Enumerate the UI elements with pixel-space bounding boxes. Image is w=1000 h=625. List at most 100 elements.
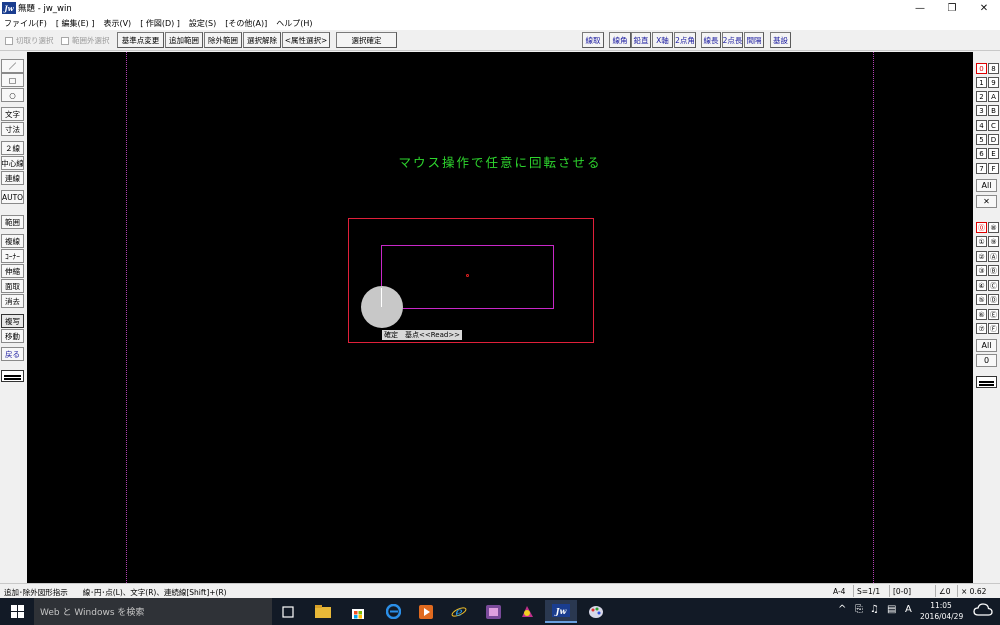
hanigai-checkbox[interactable]: 範囲外選択 [61, 35, 110, 46]
text-tool-button[interactable]: 文字 [1, 107, 24, 121]
paint-tool-app[interactable] [511, 600, 543, 623]
taskbar-clock[interactable]: 11:05 2016/04/29 [920, 600, 963, 622]
corner-button[interactable]: ｺｰﾅｰ [1, 249, 24, 263]
center-line-tool-button[interactable]: 中心線 [1, 156, 24, 170]
jogai-hani-button[interactable]: 除外範囲 [204, 32, 242, 48]
rotation-dial[interactable] [361, 286, 403, 328]
paint-app[interactable] [580, 600, 612, 623]
weather-cloud-icon[interactable] [973, 602, 993, 621]
layer-button[interactable]: ⑦ [976, 323, 987, 334]
layer-group-button[interactable]: 5 [976, 134, 987, 145]
layer-group-button[interactable]: 8 [988, 63, 999, 74]
layer-button[interactable]: Ⓕ [988, 323, 999, 334]
layer-group-button[interactable]: 2 [976, 91, 987, 102]
layer-group-button[interactable]: 4 [976, 120, 987, 131]
layer-button[interactable]: Ⓓ [988, 294, 999, 305]
drawing-canvas[interactable]: マウス操作で任意に回転させる 確定 基点<<Read>> [27, 52, 973, 583]
undo-button[interactable]: 戻る [1, 347, 24, 361]
copy-button[interactable]: 複写 [1, 314, 24, 328]
layer-button[interactable]: ② [976, 251, 987, 262]
selected-rectangle[interactable] [381, 245, 554, 309]
volume-icon[interactable]: ♫ [870, 604, 879, 615]
layer-group-button[interactable]: E [988, 148, 999, 159]
circle-tool-button[interactable]: ○ [1, 88, 24, 102]
move-button[interactable]: 移動 [1, 329, 24, 343]
layer-button[interactable]: Ⓑ [988, 265, 999, 276]
double-line-tool-button[interactable]: ２線 [1, 141, 24, 155]
dimension-tool-button[interactable]: 寸法 [1, 122, 24, 136]
sentaku-kakutei-button[interactable]: 選択確定 [336, 32, 397, 48]
line-color-selector[interactable] [976, 376, 997, 388]
kijaku-button[interactable]: 基設 [770, 32, 791, 48]
layer-button[interactable]: ⑨ [988, 236, 999, 247]
internet-explorer-app[interactable]: e [443, 600, 475, 623]
menu-settings[interactable]: 設定(S) [189, 18, 216, 29]
store-app[interactable] [342, 600, 374, 623]
menu-other[interactable]: [その他(A)] [225, 18, 267, 29]
layer-button[interactable]: ③ [976, 265, 987, 276]
notification-icon[interactable]: ▤ [887, 604, 896, 615]
menu-draw[interactable]: [ 作図(D) ] [140, 18, 180, 29]
layer-group-button[interactable]: 0 [976, 63, 987, 74]
scale[interactable]: S=1/1 [857, 587, 880, 596]
menu-file[interactable]: ファイル(F) [4, 18, 47, 29]
range-select-button[interactable]: 範囲 [1, 215, 24, 229]
start-button[interactable] [0, 598, 34, 625]
line-tool-button[interactable]: ／ [1, 59, 24, 73]
two-point-length-button[interactable]: 2点長 [722, 32, 743, 48]
maximize-button[interactable]: ❐ [936, 0, 968, 16]
layer-group-button[interactable]: C [988, 120, 999, 131]
auto-mode-button[interactable]: AUTO [1, 190, 24, 204]
zoom-level[interactable]: × 0.62 [961, 587, 986, 596]
network-icon[interactable]: ⎘ [855, 604, 863, 615]
line-type-selector[interactable] [1, 370, 24, 382]
x-axis-button[interactable]: X軸 [652, 32, 673, 48]
layer-group-button[interactable]: 9 [988, 77, 999, 88]
senkaku-button[interactable]: 線角 [609, 32, 631, 48]
zokusei-sentaku-button[interactable]: <属性選択> [282, 32, 330, 48]
jw-cad-app[interactable]: Jw [545, 600, 577, 623]
rect-tool-button[interactable]: □ [1, 73, 24, 87]
layer-button[interactable]: ⑤ [976, 294, 987, 305]
menu-help[interactable]: ヘルプ(H) [276, 18, 312, 29]
explorer-app[interactable] [307, 600, 339, 623]
offset-line-button[interactable]: 複線 [1, 234, 24, 248]
sentaku-kaijo-button[interactable]: 選択解除 [243, 32, 281, 48]
current-layer[interactable]: [0-0] [893, 587, 911, 596]
layer-all-button[interactable]: All [976, 339, 997, 352]
layer-group-button[interactable]: 7 [976, 163, 987, 174]
layer-button[interactable]: Ⓒ [988, 280, 999, 291]
stretch-button[interactable]: 伸縮 [1, 264, 24, 278]
layer-group-button[interactable]: 6 [976, 148, 987, 159]
layer-group-button[interactable]: D [988, 134, 999, 145]
layer-group-button[interactable]: 1 [976, 77, 987, 88]
layer-group-button[interactable]: A [988, 91, 999, 102]
show-hidden-icons-chevron-icon[interactable]: ^ [838, 604, 846, 615]
angle[interactable]: ∠0 [939, 587, 951, 596]
layer-button[interactable]: Ⓔ [988, 309, 999, 320]
layer-button[interactable]: ④ [976, 280, 987, 291]
layer-group-all-button[interactable]: All [976, 179, 997, 192]
minimize-button[interactable]: — [904, 0, 936, 16]
enchoku-button[interactable]: 鉛直 [631, 32, 651, 48]
layer-button[interactable]: ⓪ [976, 222, 987, 233]
media-player-app[interactable] [410, 600, 442, 623]
close-button[interactable]: ✕ [968, 0, 1000, 16]
layer-group-button[interactable]: B [988, 105, 999, 116]
continuous-line-tool-button[interactable]: 連線 [1, 171, 24, 185]
tsuika-hani-button[interactable]: 追加範囲 [165, 32, 203, 48]
kankaku-button[interactable]: 間隔 [744, 32, 764, 48]
task-view-button[interactable] [272, 600, 304, 623]
layer-button[interactable]: ① [976, 236, 987, 247]
image-editor-app[interactable] [477, 600, 509, 623]
kijunten-henkou-button[interactable]: 基準点変更 [117, 32, 164, 48]
erase-button[interactable]: 消去 [1, 294, 24, 308]
chamfer-button[interactable]: 面取 [1, 279, 24, 293]
kirinuki-checkbox[interactable]: 切取り選択 [5, 35, 54, 46]
layer-button[interactable]: ⑧ [988, 222, 999, 233]
edge-app[interactable] [377, 600, 409, 623]
taskbar-search-box[interactable]: Web と Windows を検索 [34, 598, 272, 625]
senchou-button[interactable]: 線長 [701, 32, 721, 48]
layer-button[interactable]: Ⓐ [988, 251, 999, 262]
layer-button[interactable]: ⑥ [976, 309, 987, 320]
